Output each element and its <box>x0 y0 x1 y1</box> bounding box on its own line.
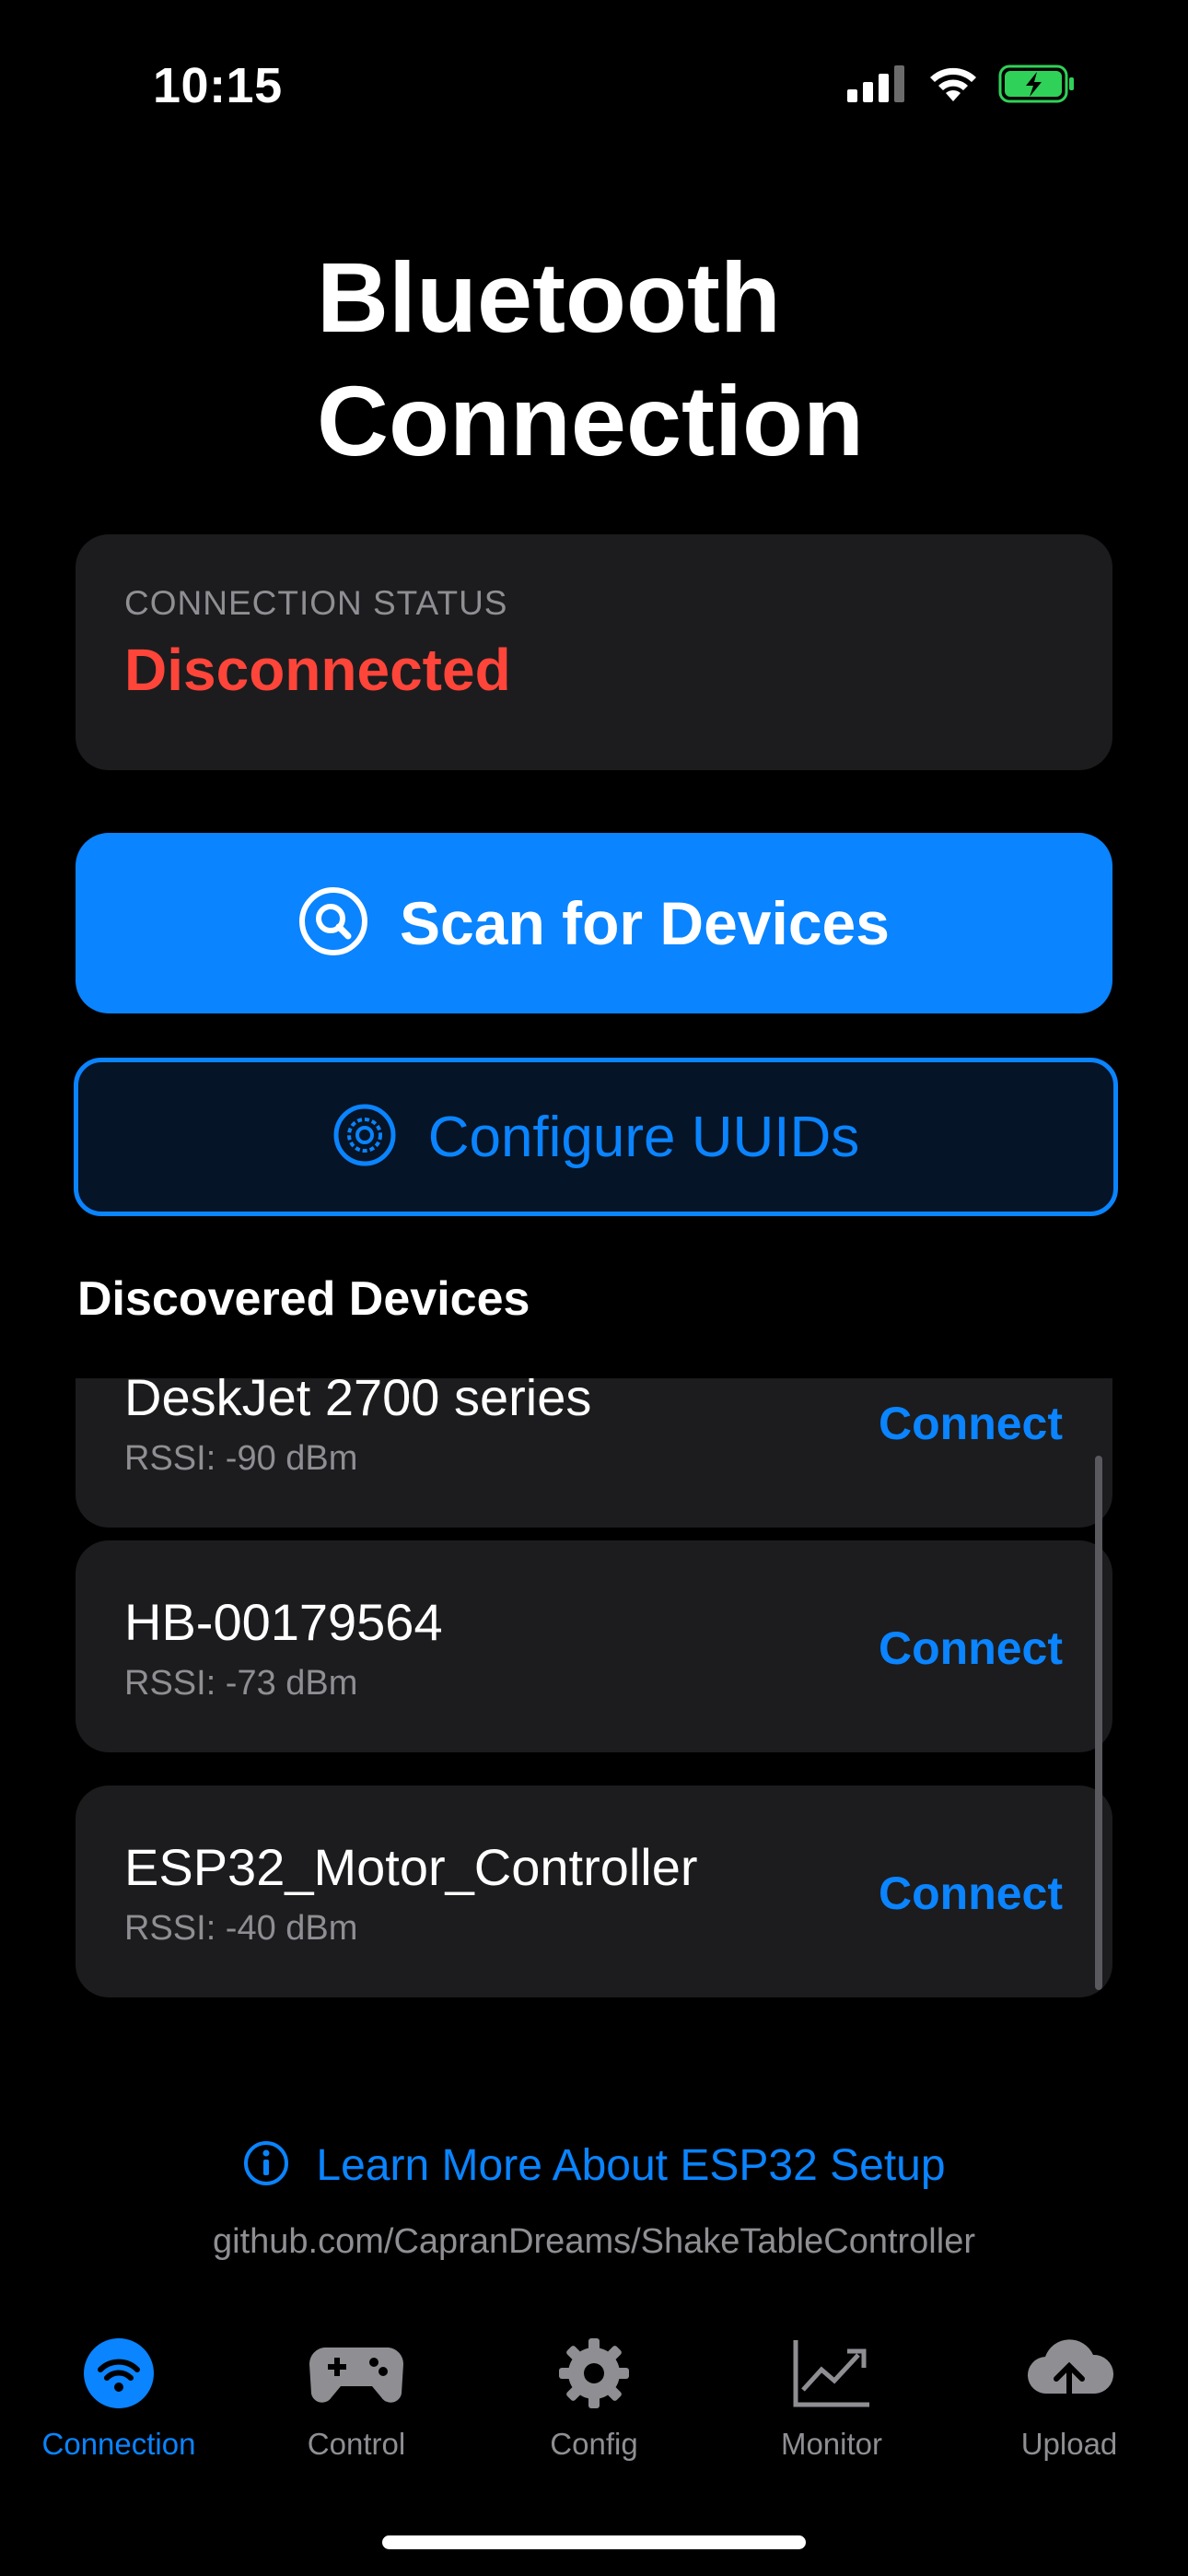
device-row: DeskJet 2700 series RSSI: -90 dBm Connec… <box>76 1378 1112 1528</box>
device-name: DeskJet 2700 series <box>124 1378 592 1426</box>
device-name: ESP32_Motor_Controller <box>124 1838 698 1896</box>
learn-more-link[interactable]: Learn More About ESP32 Setup <box>0 2139 1188 2192</box>
chart-line-icon <box>792 2331 871 2416</box>
learn-more-label: Learn More About ESP32 Setup <box>316 2141 946 2190</box>
devices-list[interactable]: DeskJet 2700 series RSSI: -90 dBm Connec… <box>76 1378 1112 2005</box>
magnifier-circle-icon <box>298 886 368 961</box>
device-row: ESP32_Motor_Controller RSSI: -40 dBm Con… <box>76 1786 1112 1997</box>
connect-button[interactable]: Connect <box>879 1867 1063 1920</box>
battery-charging-icon <box>998 64 1076 108</box>
device-rssi: RSSI: -40 dBm <box>124 1909 358 1948</box>
tab-label: Control <box>307 2427 406 2461</box>
tab-bar: Connection Control Config Monitor Upload <box>0 2331 1188 2478</box>
status-icons <box>847 64 1076 108</box>
page-title: Bluetooth Connection <box>317 241 864 476</box>
device-name: HB-00179564 <box>124 1593 443 1651</box>
home-indicator[interactable] <box>382 2535 806 2549</box>
tab-config[interactable]: Config <box>475 2331 713 2478</box>
github-link[interactable]: github.com/CapranDreams/ShakeTableContro… <box>0 2222 1188 2262</box>
connect-button[interactable]: Connect <box>879 1397 1063 1450</box>
gear-icon <box>557 2331 631 2416</box>
tab-label: Config <box>550 2427 638 2461</box>
tab-control[interactable]: Control <box>238 2331 475 2478</box>
tab-label: Connection <box>41 2427 196 2461</box>
scan-for-devices-button[interactable]: Scan for Devices <box>76 833 1112 1013</box>
connection-status-label: CONNECTION STATUS <box>124 584 508 622</box>
tab-monitor[interactable]: Monitor <box>713 2331 950 2478</box>
tab-label: Monitor <box>780 2427 883 2461</box>
discovered-devices-heading: Discovered Devices <box>77 1272 530 1326</box>
cloud-upload-icon <box>1023 2331 1115 2416</box>
tab-connection[interactable]: Connection <box>0 2331 238 2478</box>
tab-label: Upload <box>1020 2427 1118 2461</box>
devices-scrollbar[interactable] <box>1095 1456 1102 1990</box>
gear-circle-icon <box>332 1103 397 1172</box>
device-rssi: RSSI: -90 dBm <box>124 1439 358 1478</box>
info-circle-icon <box>242 2139 290 2192</box>
gamepad-icon <box>306 2331 407 2416</box>
configure-uuids-button[interactable]: Configure UUIDs <box>74 1058 1118 1216</box>
cellular-signal-icon <box>847 65 908 107</box>
status-time: 10:15 <box>153 58 283 113</box>
connection-status-value: Disconnected <box>124 637 511 703</box>
scan-button-label: Scan for Devices <box>400 889 890 957</box>
bluetooth-wave-icon <box>82 2331 156 2416</box>
configure-button-label: Configure UUIDs <box>427 1105 860 1169</box>
tab-upload[interactable]: Upload <box>950 2331 1188 2478</box>
connect-button[interactable]: Connect <box>879 1622 1063 1675</box>
device-rssi: RSSI: -73 dBm <box>124 1664 358 1703</box>
wifi-icon <box>926 64 980 108</box>
device-row: HB-00179564 RSSI: -73 dBm Connect <box>76 1540 1112 1752</box>
connection-status-card: CONNECTION STATUS Disconnected <box>76 534 1112 770</box>
